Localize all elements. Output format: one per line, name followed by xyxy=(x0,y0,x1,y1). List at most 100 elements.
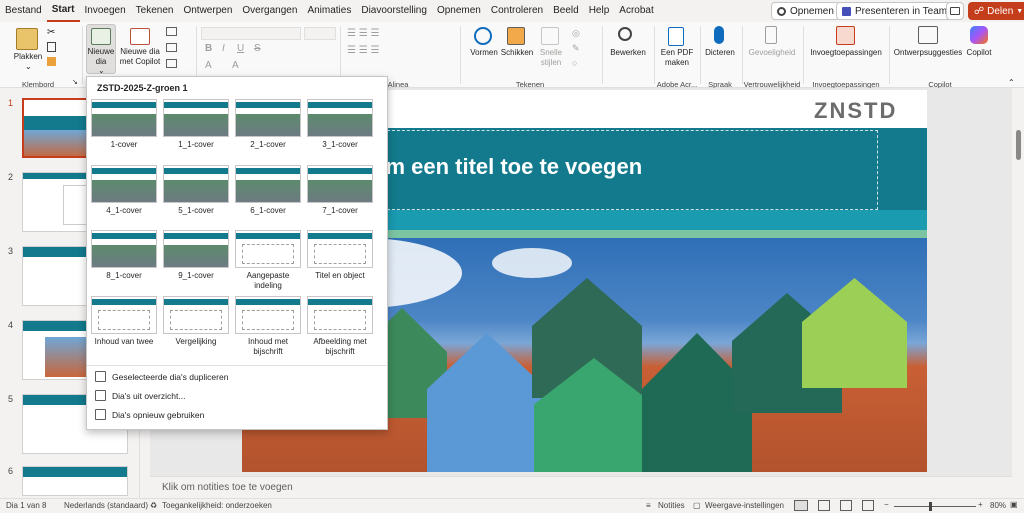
designer-icon[interactable] xyxy=(918,26,938,44)
record-button[interactable]: Opnemen xyxy=(771,2,840,20)
reuse-slides-command[interactable]: Dia's opnieuw gebruiken xyxy=(95,409,204,420)
layout-option[interactable]: Inhoud met bijschrift xyxy=(235,296,301,357)
zoom-slider[interactable] xyxy=(894,506,976,507)
copilot-icon[interactable] xyxy=(970,26,988,44)
layout-option[interactable]: 9_1-cover xyxy=(163,230,229,281)
layout-option[interactable]: 1-cover xyxy=(91,99,157,150)
layout-option[interactable]: Afbeelding met bijschrift xyxy=(307,296,373,357)
tab-start[interactable]: Start xyxy=(46,0,80,22)
language-status[interactable]: Nederlands (standaard) xyxy=(64,501,148,510)
layout-option[interactable]: Inhoud van twee xyxy=(91,296,157,347)
layout-option[interactable]: 8_1-cover xyxy=(91,230,157,281)
slideshow-icon[interactable] xyxy=(862,500,874,511)
font-color-icon[interactable]: A xyxy=(205,60,212,71)
arrange-label[interactable]: Schikken xyxy=(498,48,536,57)
share-button[interactable]: ☍ Delen ▼ xyxy=(968,2,1024,20)
arrange-icon[interactable] xyxy=(507,27,525,45)
layout-option[interactable]: 3_1-cover xyxy=(307,99,373,150)
microphone-icon[interactable] xyxy=(714,26,724,44)
tab-acrobat[interactable]: Acrobat xyxy=(614,0,658,22)
layout-option[interactable]: 1_1-cover xyxy=(163,99,229,150)
fit-slide-icon[interactable]: ▣ xyxy=(1010,500,1018,509)
layout-option[interactable]: Vergelijking xyxy=(163,296,229,347)
pdf-icon[interactable] xyxy=(668,27,684,46)
pdf-label1[interactable]: Een PDF xyxy=(656,48,698,57)
comments-button[interactable] xyxy=(946,2,964,20)
zoom-in-icon[interactable]: + xyxy=(978,500,983,509)
vertical-scrollbar[interactable] xyxy=(1012,88,1024,476)
tab-ontwerpen[interactable]: Ontwerpen xyxy=(178,0,237,22)
sensitivity-icon[interactable] xyxy=(765,26,777,44)
scroll-thumb[interactable] xyxy=(1016,130,1021,160)
accessibility-status[interactable]: Toegankelijkheid: onderzoeken xyxy=(162,501,272,510)
reading-view-icon[interactable] xyxy=(840,500,852,511)
fill-icon[interactable]: ◎ ✎ ○ xyxy=(572,26,580,71)
notes-pane[interactable]: Klik om notities toe te voegen xyxy=(150,476,1012,498)
zoom-out-icon[interactable]: − xyxy=(884,500,889,509)
normal-view-icon[interactable] xyxy=(794,500,808,511)
search-icon[interactable] xyxy=(618,27,632,41)
duplicate-slides-command[interactable]: Geselecteerde dia's dupliceren xyxy=(95,371,228,382)
copilot-slide-icon[interactable] xyxy=(130,28,150,45)
italic-icon[interactable]: I xyxy=(222,43,225,54)
layout-option[interactable]: 4_1-cover xyxy=(91,165,157,216)
addins-icon[interactable] xyxy=(836,26,855,45)
slide-sorter-icon[interactable] xyxy=(818,500,830,511)
tab-invoegen[interactable]: Invoegen xyxy=(80,0,131,22)
tab-help[interactable]: Help xyxy=(584,0,615,22)
quick-styles-label2[interactable]: stijlen xyxy=(532,58,570,67)
zoom-slider-thumb[interactable] xyxy=(929,502,932,511)
layout-option[interactable]: 7_1-cover xyxy=(307,165,373,216)
paste-button-label[interactable]: Plakken xyxy=(8,52,48,61)
quick-styles-icon[interactable] xyxy=(541,27,559,45)
highlight-icon[interactable]: A xyxy=(232,60,239,71)
tab-bestand[interactable]: Bestand xyxy=(0,0,47,22)
pdf-label2[interactable]: maken xyxy=(656,58,698,67)
copilot-label[interactable]: Copilot xyxy=(962,48,996,57)
layout-option[interactable]: Aangepaste indeling xyxy=(235,230,301,291)
editing-label[interactable]: Bewerken xyxy=(606,48,650,57)
layout-icon[interactable] xyxy=(166,27,177,36)
notes-toggle[interactable]: Notities xyxy=(658,501,685,510)
chevron-down-icon[interactable]: ⌄ xyxy=(25,62,32,71)
slide-thumbnail-6[interactable] xyxy=(22,466,128,496)
paste-icon[interactable] xyxy=(16,28,38,50)
sensitivity-label[interactable]: Gevoeligheid xyxy=(745,48,799,57)
strikethrough-icon[interactable]: S xyxy=(254,43,261,54)
list-icon[interactable]: ☰ ☰ ☰ xyxy=(347,26,379,42)
tab-overgangen[interactable]: Overgangen xyxy=(237,0,302,22)
tab-diavoorstelling[interactable]: Diavoorstelling xyxy=(356,0,432,22)
view-settings-button[interactable]: Weergave-instellingen xyxy=(705,501,784,510)
tab-controleren[interactable]: Controleren xyxy=(486,0,548,22)
tab-tekenen[interactable]: Tekenen xyxy=(131,0,179,22)
present-teams-button[interactable]: Presenteren in Teams xyxy=(836,2,959,20)
tab-beeld[interactable]: Beeld xyxy=(548,0,584,22)
tab-animaties[interactable]: Animaties xyxy=(302,0,356,22)
copilot-slide-label1[interactable]: Nieuwe dia xyxy=(116,47,164,56)
zoom-level[interactable]: 80% xyxy=(990,501,1006,510)
align-icon[interactable]: ☰ ☰ ☰ xyxy=(347,43,379,59)
bold-icon[interactable]: B xyxy=(205,43,212,54)
layout-option[interactable]: 5_1-cover xyxy=(163,165,229,216)
underline-icon[interactable]: U xyxy=(237,43,244,54)
tab-opnemen[interactable]: Opnemen xyxy=(432,0,486,22)
collapse-ribbon-icon[interactable]: ⌃ xyxy=(1008,78,1015,87)
addins-label[interactable]: Invoegtoepassingen xyxy=(806,48,886,57)
shapes-icon[interactable] xyxy=(474,27,492,45)
designer-label[interactable]: Ontwerpsuggesties xyxy=(892,48,964,57)
format-painter-icon[interactable] xyxy=(47,57,56,66)
font-name-dropdown[interactable] xyxy=(201,27,301,40)
layout-option[interactable]: 2_1-cover xyxy=(235,99,301,150)
section-icon[interactable] xyxy=(166,59,177,68)
copilot-slide-label2[interactable]: met Copilot xyxy=(116,57,164,66)
dialog-launcher-icon[interactable]: ↘ xyxy=(72,78,78,86)
cut-icon[interactable]: ✂ xyxy=(47,27,55,38)
layout-option[interactable]: 6_1-cover xyxy=(235,165,301,216)
font-size-dropdown[interactable] xyxy=(304,27,336,40)
slides-from-outline-command[interactable]: Dia's uit overzicht... xyxy=(95,390,185,401)
layout-option[interactable]: Titel en object xyxy=(307,230,373,281)
copy-icon[interactable] xyxy=(47,42,56,52)
dictate-label[interactable]: Dicteren xyxy=(702,48,738,57)
reset-icon[interactable] xyxy=(166,43,177,52)
quick-styles-label1[interactable]: Snelle xyxy=(532,48,570,57)
